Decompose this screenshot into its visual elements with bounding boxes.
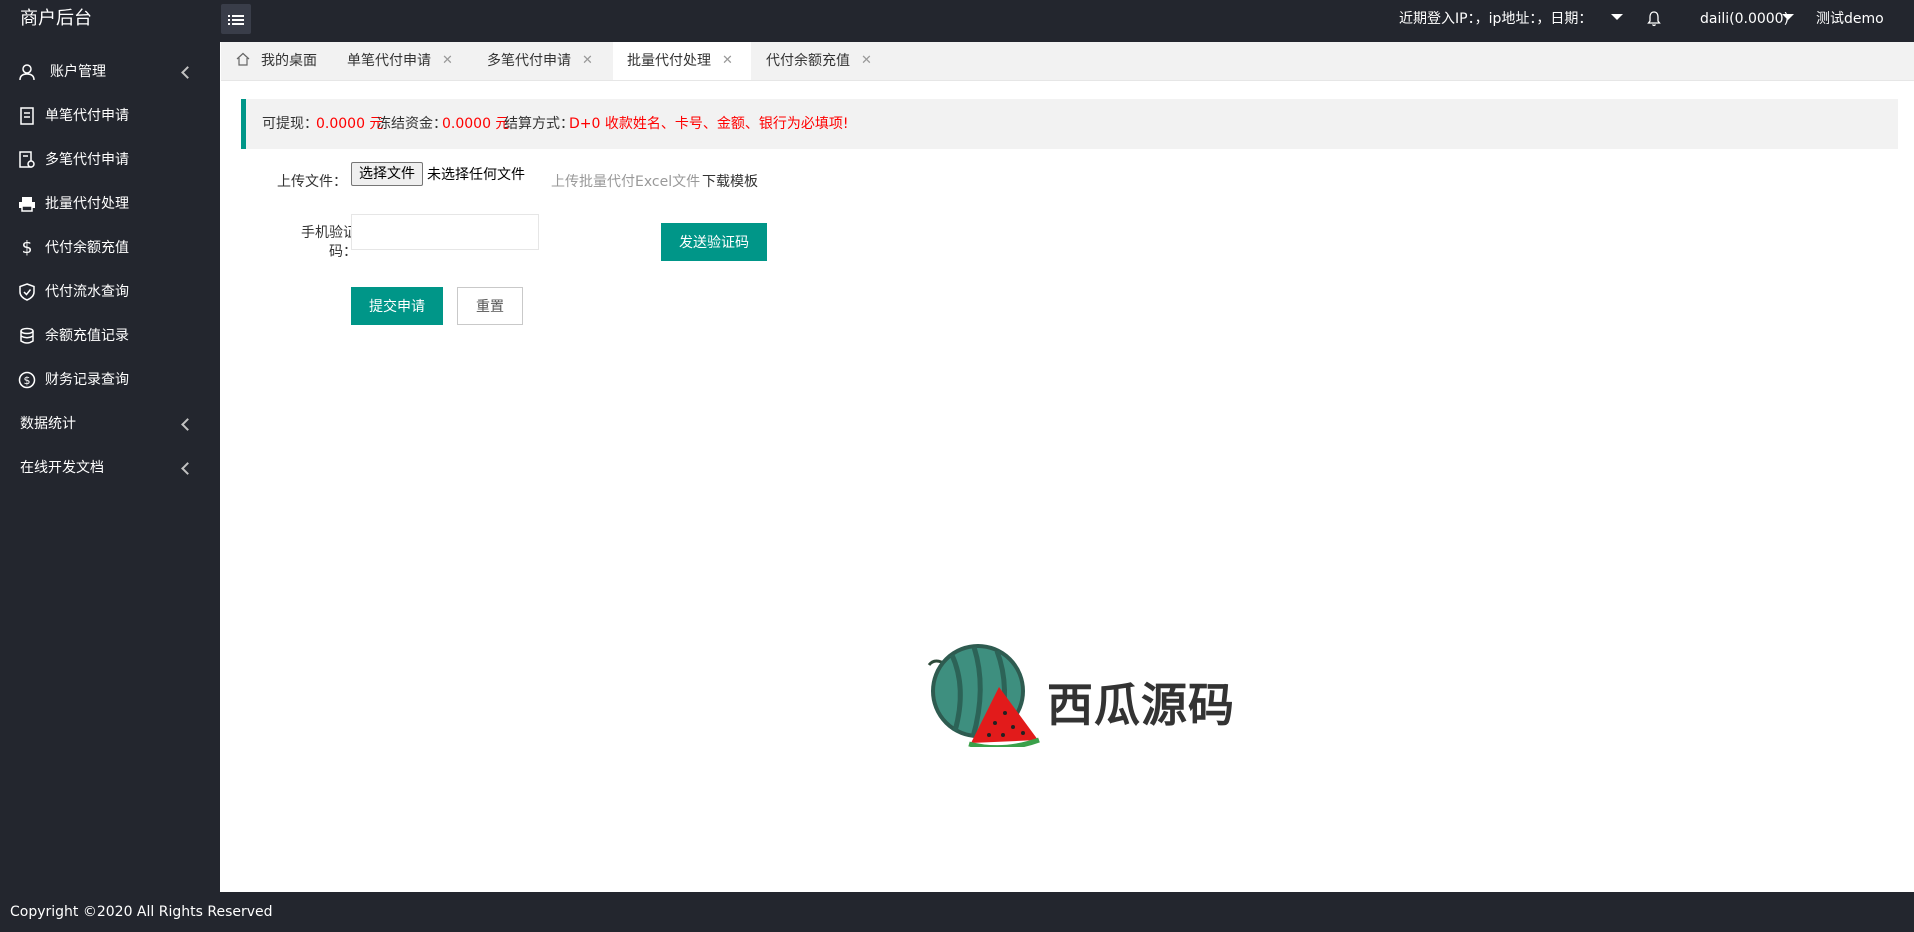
printer-icon bbox=[18, 195, 36, 213]
login-info[interactable]: 近期登入IP：，ip地址：，日期： bbox=[1399, 0, 1592, 38]
tab-desktop[interactable]: 我的桌面 bbox=[221, 42, 321, 80]
watermark-text: 西瓜源码 bbox=[1047, 678, 1235, 732]
dollar-icon: $ bbox=[21, 238, 33, 258]
menu-toggle-button[interactable] bbox=[221, 4, 251, 34]
upload-label: 上传文件： bbox=[277, 174, 347, 190]
tab-single-payout[interactable]: 单笔代付申请 ✕ bbox=[321, 42, 461, 80]
sms-code-label: 手机验证 码： bbox=[301, 225, 357, 260]
notification-bell[interactable] bbox=[1647, 0, 1661, 38]
tab-batch-payout[interactable]: 批量代付处理 ✕ bbox=[613, 42, 751, 80]
home-icon bbox=[236, 52, 250, 66]
sms-code-input[interactable] bbox=[351, 214, 539, 250]
file-status: 未选择任何文件 bbox=[427, 167, 525, 183]
choose-file-button[interactable]: 选择文件 bbox=[351, 162, 423, 186]
download-template-link[interactable]: 下载模板 bbox=[702, 171, 758, 191]
withdrawable-value: 0.0000 元 bbox=[316, 116, 384, 132]
app-logo: 商户后台 bbox=[20, 8, 92, 29]
login-info-caret-icon[interactable] bbox=[1611, 14, 1623, 20]
database-icon bbox=[18, 327, 36, 345]
close-icon[interactable]: ✕ bbox=[582, 42, 593, 80]
svg-text:$: $ bbox=[24, 374, 31, 387]
close-icon[interactable]: ✕ bbox=[442, 42, 453, 80]
sidebar-item-account[interactable]: 账户管理 bbox=[0, 50, 220, 94]
sidebar-item-recharge-records[interactable]: 余额充值记录 bbox=[0, 314, 220, 358]
sidebar-item-balance-recharge[interactable]: $ 代付余额充值 bbox=[0, 226, 220, 270]
sidebar-item-finance-records[interactable]: $ 财务记录查询 bbox=[0, 358, 220, 402]
copyright-text: Copyright ©2020 All Rights Reserved bbox=[10, 904, 273, 920]
sidebar-item-payout-flow[interactable]: 代付流水查询 bbox=[0, 270, 220, 314]
user-menu-caret-icon[interactable] bbox=[1782, 14, 1794, 20]
user-menu[interactable]: daili(0.0000) bbox=[1700, 0, 1789, 38]
menu-list-icon bbox=[228, 15, 230, 17]
chevron-left-icon bbox=[181, 462, 194, 475]
main-content: 可提现： 0.0000 元 冻结资金： 0.0000 元 结算方式： D+0 收… bbox=[221, 81, 1914, 891]
chevron-left-icon bbox=[181, 66, 194, 79]
user-icon bbox=[18, 63, 36, 81]
shield-check-icon bbox=[18, 283, 36, 301]
watermelon-icon bbox=[927, 644, 1040, 747]
top-header: 商户后台 近期登入IP：，ip地址：，日期： daili(0.0000) 测试d… bbox=[0, 0, 1914, 42]
tab-bar: 我的桌面 单笔代付申请 ✕ 多笔代付申请 ✕ 批量代付处理 ✕ 代付余额充值 ✕ bbox=[221, 42, 1914, 81]
close-icon[interactable]: ✕ bbox=[722, 42, 733, 80]
submit-button[interactable]: 提交申请 bbox=[351, 287, 443, 325]
document-edit-icon bbox=[18, 151, 36, 169]
settlement-value: D+0 收款姓名、卡号、金额、银行为必填项! bbox=[569, 116, 849, 132]
footer: Copyright ©2020 All Rights Reserved bbox=[0, 892, 1914, 932]
sidebar-item-multi-payout[interactable]: 多笔代付申请 bbox=[0, 138, 220, 182]
document-icon bbox=[18, 107, 36, 125]
chevron-left-icon bbox=[181, 418, 194, 431]
watermark-logo: 西瓜源码 bbox=[927, 643, 1234, 747]
account-name[interactable]: 测试demo bbox=[1816, 0, 1884, 38]
frozen-value: 0.0000 元 bbox=[442, 116, 510, 132]
upload-hint: 上传批量代付Excel文件 bbox=[551, 174, 701, 190]
tab-multi-payout[interactable]: 多笔代付申请 ✕ bbox=[461, 42, 601, 80]
sidebar-item-single-payout[interactable]: 单笔代付申请 bbox=[0, 94, 220, 138]
sidebar-item-statistics[interactable]: 数据统计 bbox=[0, 402, 220, 446]
frozen-label: 冻结资金： bbox=[377, 116, 447, 132]
settlement-label: 结算方式： bbox=[504, 116, 574, 132]
balance-info-bar: 可提现： 0.0000 元 冻结资金： 0.0000 元 结算方式： D+0 收… bbox=[241, 99, 1898, 149]
close-icon[interactable]: ✕ bbox=[861, 42, 872, 80]
sidebar-item-dev-docs[interactable]: 在线开发文档 bbox=[0, 446, 220, 490]
tab-balance-recharge[interactable]: 代付余额充值 ✕ bbox=[751, 42, 891, 80]
sidebar-item-batch-payout[interactable]: 批量代付处理 bbox=[0, 182, 220, 226]
dollar-circle-icon: $ bbox=[18, 371, 36, 389]
bell-icon bbox=[1647, 11, 1661, 27]
send-code-button[interactable]: 发送验证码 bbox=[661, 223, 767, 261]
sidebar: 账户管理 单笔代付申请 多笔代付申请 批量代付处理 $ 代付余额充值 代付流水查… bbox=[0, 42, 220, 892]
reset-button[interactable]: 重置 bbox=[457, 287, 523, 325]
withdrawable-label: 可提现： bbox=[262, 116, 318, 132]
